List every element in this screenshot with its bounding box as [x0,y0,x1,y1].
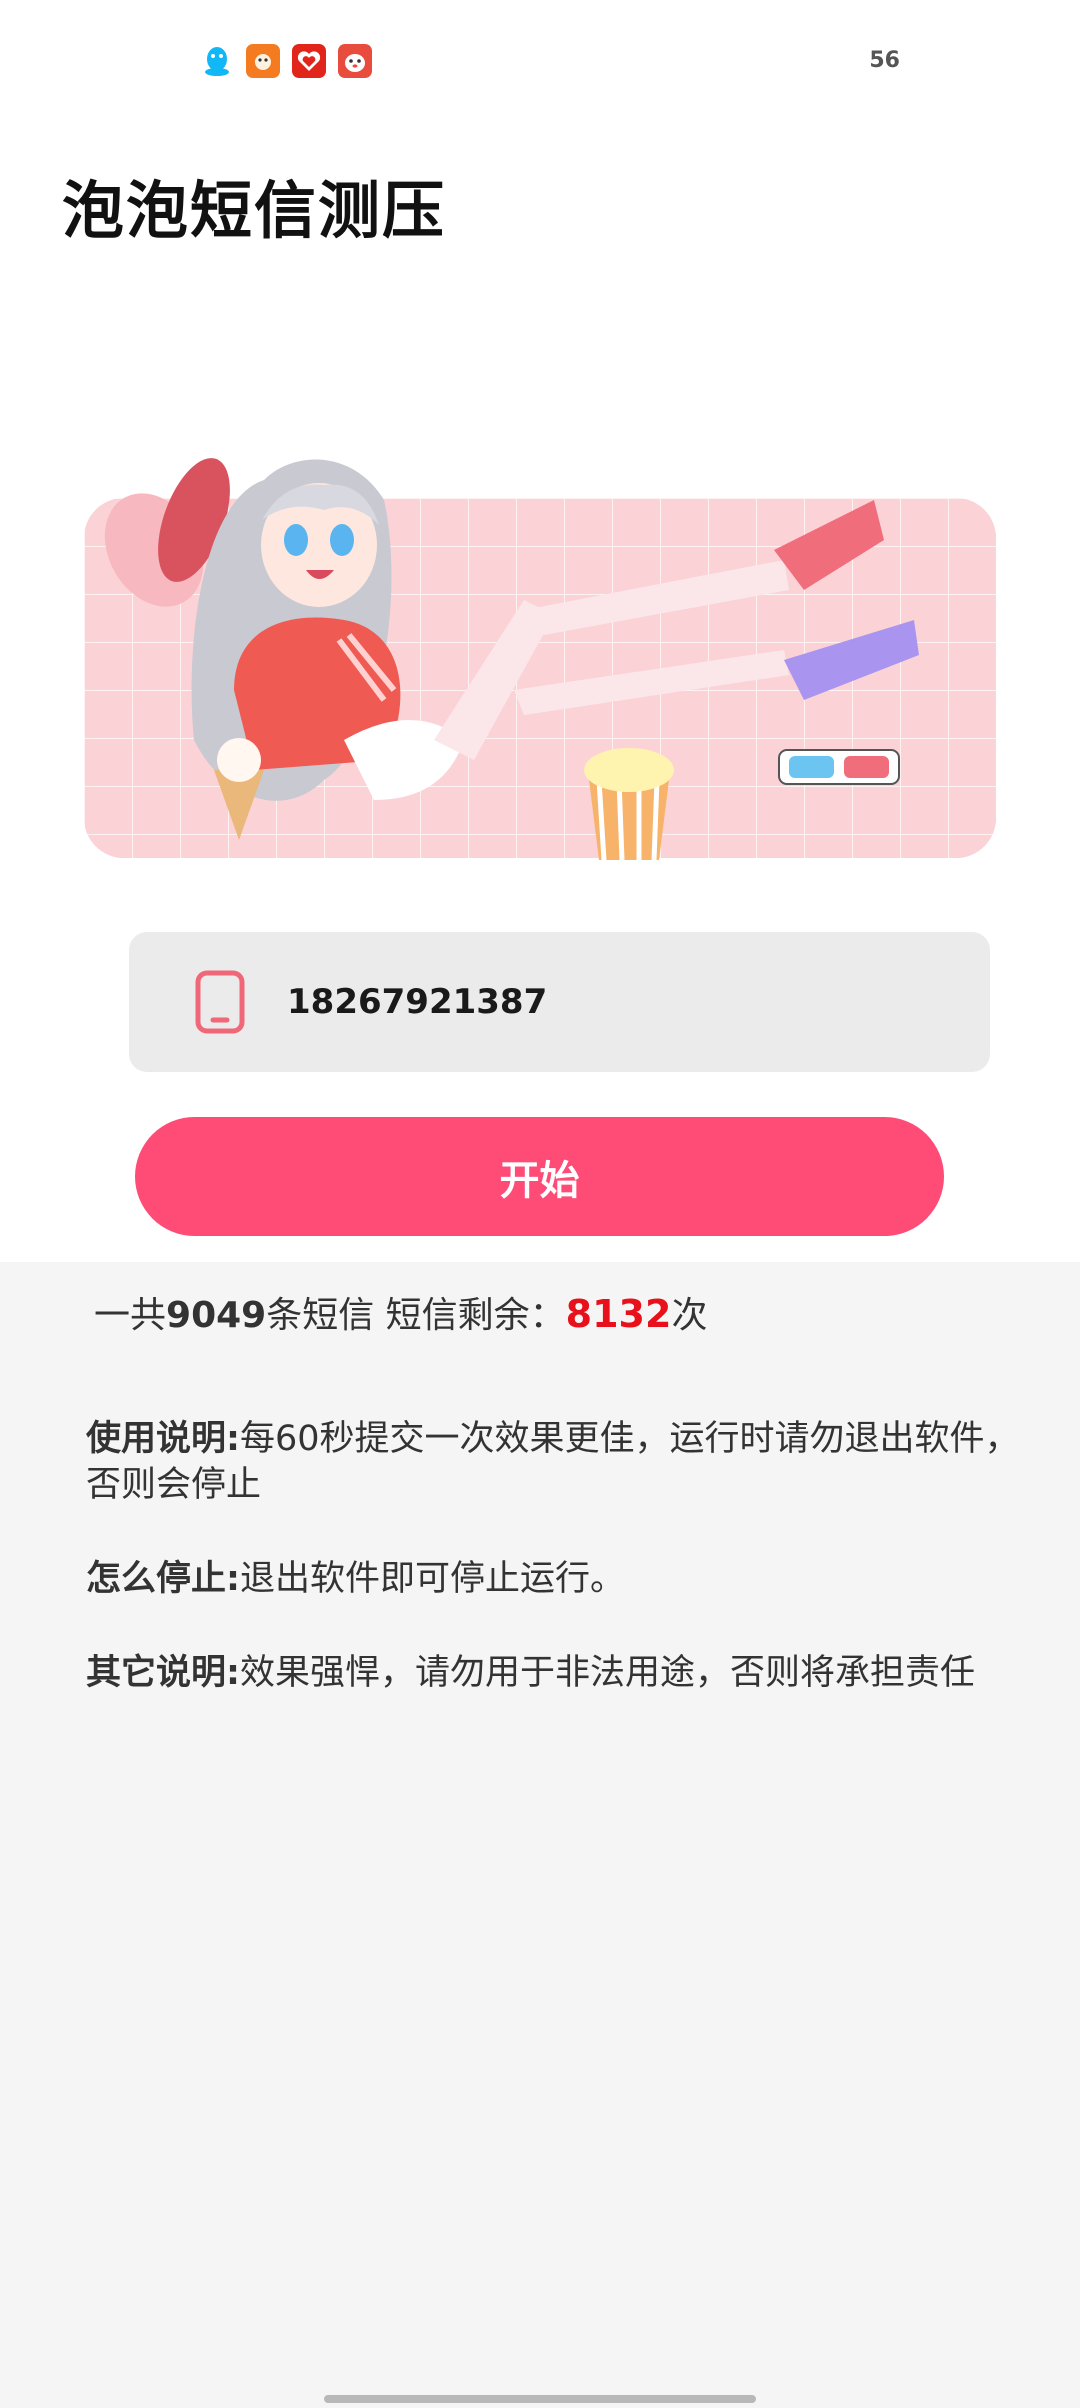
home-indicator[interactable] [324,2395,756,2403]
stats-prefix: 一共 [94,1295,167,1336]
other-notes: 其它说明:效果强悍，请勿用于非法用途，否则将承担责任 [86,1650,1046,1696]
note-key: 其它说明: [86,1653,240,1693]
note-text: 效果强悍，请勿用于非法用途，否则将承担责任 [240,1653,976,1693]
dog-app-icon [338,44,372,78]
page-title: 泡泡短信测压 [62,174,447,247]
heart-app-icon [292,44,326,78]
remaining-count: 8132 [565,1292,672,1336]
note-key: 使用说明: [86,1419,240,1459]
status-bar: 56 [0,0,1080,130]
phone-input-box[interactable] [129,932,990,1072]
note-text: 退出软件即可停止运行。 [240,1559,626,1599]
notification-icons [200,44,372,78]
squirrel-app-icon [246,44,280,78]
how-to-stop: 怎么停止:退出软件即可停止运行。 [86,1556,1046,1602]
anime-girl-illustration [104,458,919,860]
stats-suffix: 次 [671,1295,708,1336]
phone-icon [195,970,245,1034]
status-text: 56 [869,48,900,73]
phone-number-input[interactable] [287,968,927,1036]
sms-stats: 一共9049条短信 短信剩余：8132次 [94,1286,707,1338]
stats-middle: 条短信 短信剩余： [266,1295,566,1336]
usage-instructions: 使用说明:每60秒提交一次效果更佳，运行时请勿退出软件，否则会停止 [86,1416,1046,1508]
qq-icon [200,44,234,78]
start-button[interactable]: 开始 [135,1117,944,1236]
total-sms-count: 9049 [166,1295,267,1336]
note-key: 怎么停止: [86,1559,240,1599]
